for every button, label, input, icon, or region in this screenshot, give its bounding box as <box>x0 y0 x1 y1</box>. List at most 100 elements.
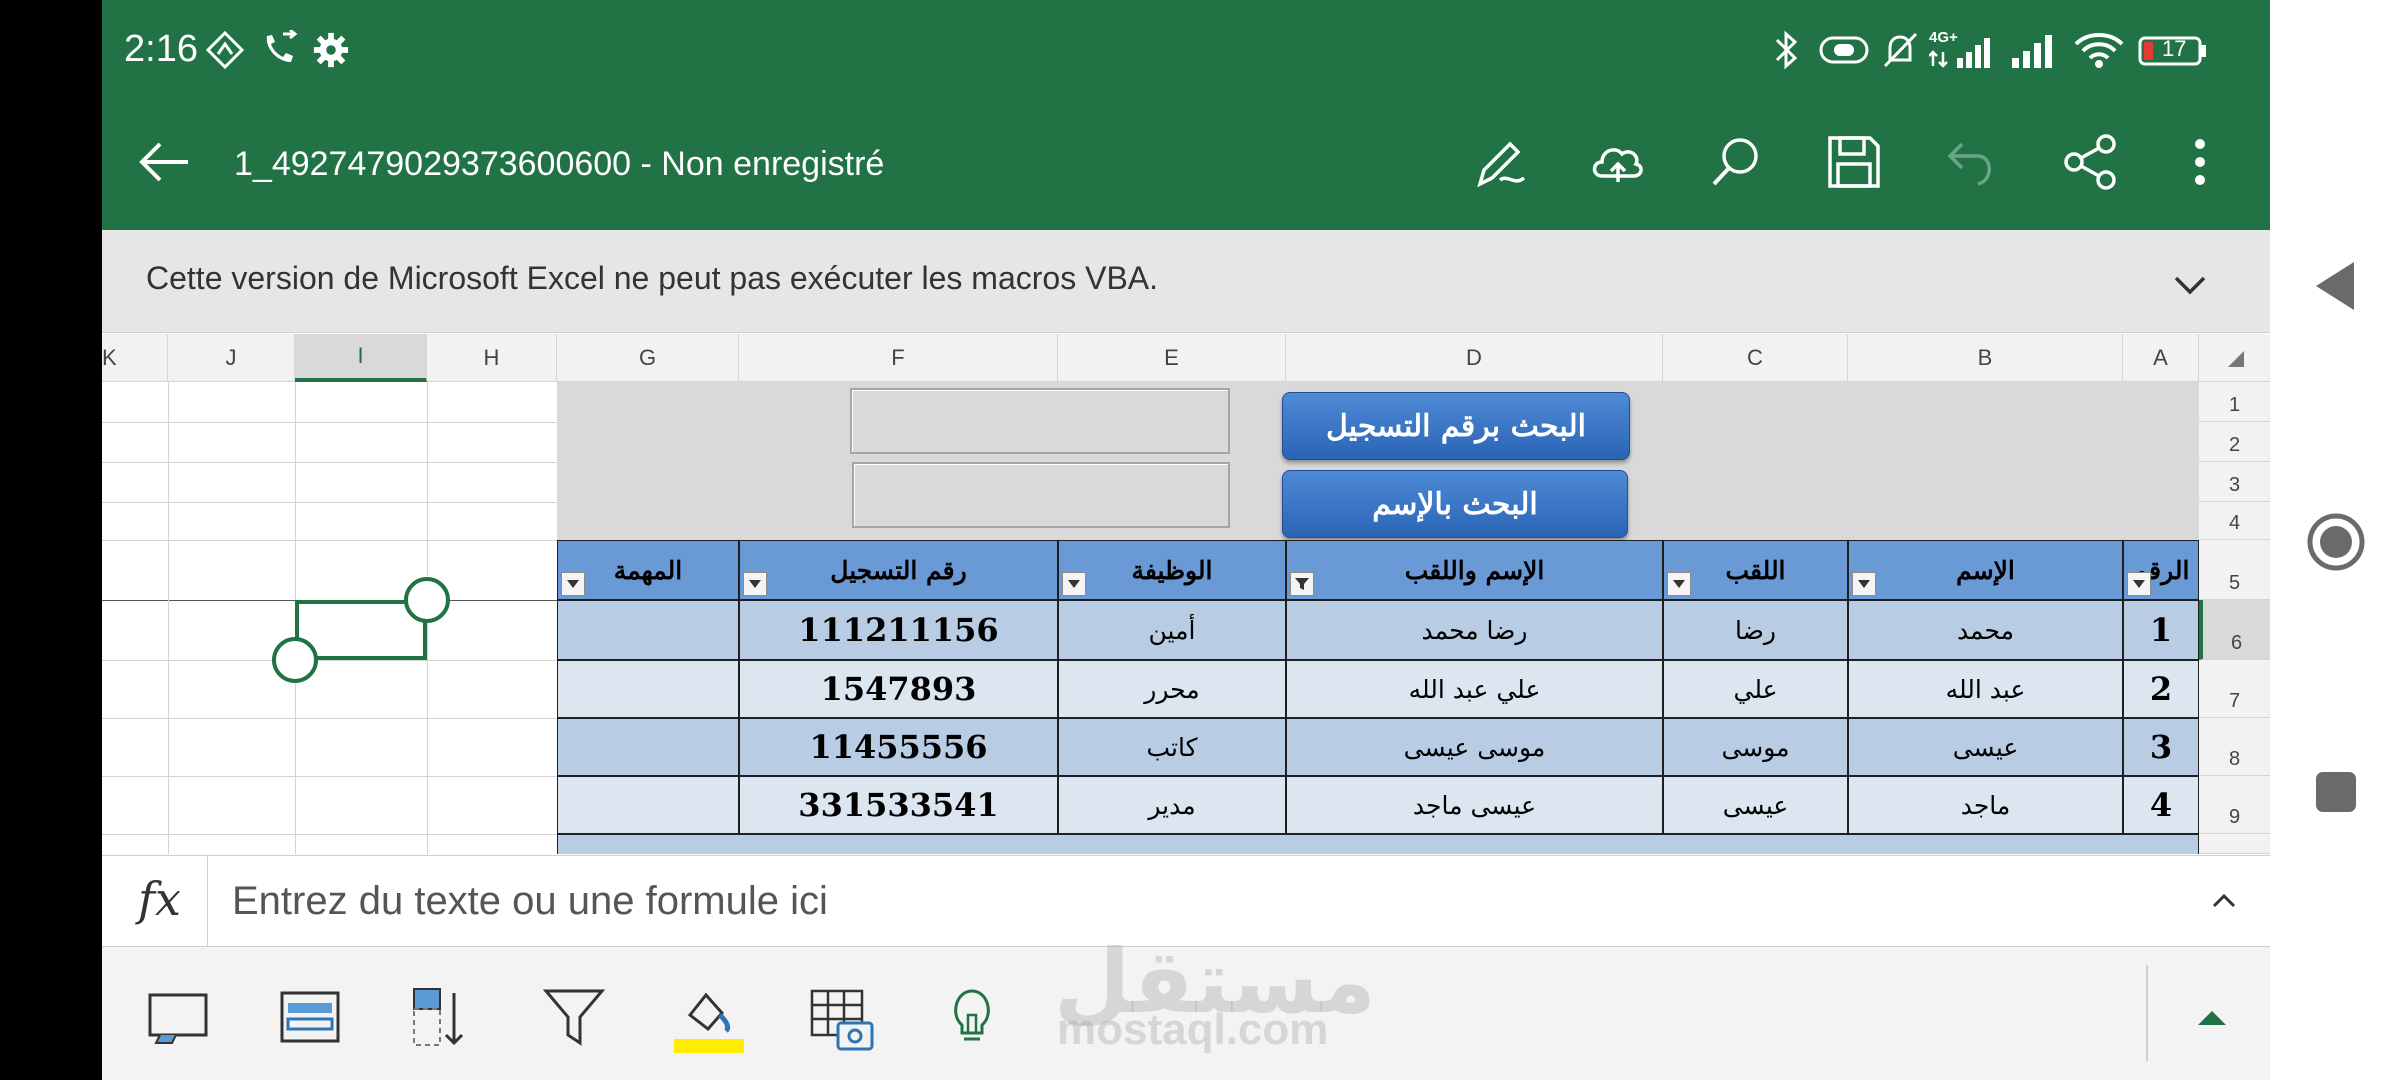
column-header[interactable]: G <box>557 334 739 382</box>
filter-dropdown-icon[interactable] <box>561 572 585 596</box>
settings-icon <box>308 22 354 78</box>
row-header[interactable]: 2 <box>2199 422 2270 462</box>
save-icon[interactable] <box>1822 130 1886 194</box>
battery-level: 17 <box>2162 36 2187 61</box>
home-circle-icon[interactable] <box>2306 512 2366 572</box>
wifi-icon <box>2070 22 2128 78</box>
expand-up-icon[interactable] <box>2180 985 2244 1049</box>
table-cell-id[interactable]: 2 <box>2123 660 2199 718</box>
table-cell[interactable] <box>557 600 739 660</box>
formula-input[interactable] <box>232 876 2132 926</box>
table-cell[interactable]: ماجد <box>1848 776 2123 834</box>
table-cell[interactable] <box>557 660 739 718</box>
column-header[interactable]: K <box>102 334 168 382</box>
row-header[interactable]: 4 <box>2199 502 2270 540</box>
table-cell[interactable] <box>557 776 739 834</box>
table-cell[interactable]: محرر <box>1058 660 1286 718</box>
battery-icon: 17 <box>2136 22 2210 78</box>
table-cell-id[interactable]: 3 <box>2123 718 2199 776</box>
row-header-selected[interactable]: 6 <box>2199 600 2270 660</box>
grid-line <box>102 422 557 423</box>
row-header[interactable]: 1 <box>2199 382 2270 422</box>
worksheet-grid[interactable]: 1 2 3 4 5 6 7 8 9 البحث برقم التسجيل الب… <box>102 382 2270 854</box>
wrap-text-icon[interactable] <box>278 985 342 1049</box>
row-header[interactable]: 5 <box>2199 540 2270 600</box>
table-cell[interactable]: محمد <box>1848 600 2123 660</box>
column-header[interactable]: J <box>168 334 295 382</box>
sort-icon[interactable] <box>408 985 472 1049</box>
macro-warning-bar: Cette version de Microsoft Excel ne peut… <box>102 230 2270 333</box>
table-cell[interactable]: موسى عيسى <box>1286 718 1663 776</box>
fx-label[interactable]: fx <box>138 872 181 926</box>
back-button[interactable] <box>132 130 196 194</box>
search-by-registration-button[interactable]: البحث برقم التسجيل <box>1282 392 1630 460</box>
row-header[interactable]: 8 <box>2199 718 2270 776</box>
cell-box-icon[interactable] <box>146 985 210 1049</box>
column-header[interactable]: E <box>1058 334 1286 382</box>
row-header[interactable]: 9 <box>2199 776 2270 834</box>
filter-dropdown-icon[interactable] <box>1062 572 1086 596</box>
column-header[interactable]: A <box>2123 334 2199 382</box>
name-search-input[interactable] <box>852 462 1230 528</box>
filter-dropdown-icon[interactable] <box>1667 572 1691 596</box>
search-icon[interactable] <box>1704 130 1768 194</box>
search-by-name-button[interactable]: البحث بالإسم <box>1282 470 1628 538</box>
column-header[interactable]: B <box>1848 334 2123 382</box>
chevron-up-icon[interactable] <box>2202 880 2246 924</box>
data-saver-icon <box>1816 22 1872 78</box>
row-header[interactable]: 3 <box>2199 462 2270 502</box>
fill-color-icon[interactable] <box>674 985 744 1053</box>
table-cell[interactable] <box>557 718 739 776</box>
table-cell[interactable]: رضا محمد <box>1286 600 1663 660</box>
table-cell[interactable]: علي عبد الله <box>1286 660 1663 718</box>
svg-text:4G+: 4G+ <box>1929 29 1958 46</box>
grid-line <box>102 540 557 541</box>
table-header-first-name: الإسم <box>1848 540 2123 600</box>
selection-handle[interactable] <box>272 637 318 683</box>
table-cell[interactable]: رضا <box>1663 600 1848 660</box>
table-cell[interactable]: أمين <box>1058 600 1286 660</box>
column-header[interactable]: H <box>427 334 557 382</box>
row-header[interactable]: 7 <box>2199 660 2270 718</box>
column-header[interactable]: C <box>1663 334 1848 382</box>
table-cell[interactable]: عبد الله <box>1848 660 2123 718</box>
pen-icon[interactable] <box>1468 130 1532 194</box>
column-header[interactable]: F <box>739 334 1058 382</box>
table-camera-icon[interactable] <box>808 985 874 1051</box>
table-cell-id[interactable]: 4 <box>2123 776 2199 834</box>
select-all-corner[interactable] <box>2199 334 2270 382</box>
back-triangle-icon[interactable] <box>2310 258 2360 314</box>
registration-number-input[interactable] <box>850 388 1230 454</box>
table-cell[interactable]: علي <box>1663 660 1848 718</box>
table-row-partial[interactable] <box>557 834 2199 854</box>
cloud-upload-icon[interactable] <box>1586 130 1650 194</box>
nav-diamond-icon <box>202 22 248 78</box>
chevron-down-icon[interactable] <box>2168 262 2212 306</box>
table-cell-registration[interactable]: 11455556 <box>739 718 1058 776</box>
table-cell[interactable]: كاتب <box>1058 718 1286 776</box>
table-cell-registration[interactable]: 1547893 <box>739 660 1058 718</box>
row-header[interactable] <box>2199 834 2270 854</box>
filter-dropdown-icon[interactable] <box>1852 572 1876 596</box>
lightbulb-icon[interactable] <box>940 985 1004 1049</box>
filter-icon[interactable] <box>542 985 606 1049</box>
selection-handle[interactable] <box>404 577 450 623</box>
table-cell-registration[interactable]: 331533541 <box>739 776 1058 834</box>
filter-dropdown-icon[interactable] <box>743 572 767 596</box>
table-cell[interactable]: عيسى <box>1848 718 2123 776</box>
table-cell[interactable]: موسى <box>1663 718 1848 776</box>
column-header[interactable]: D <box>1286 334 1663 382</box>
table-header-full-name: الإسم واللقب <box>1286 540 1663 600</box>
table-cell-registration[interactable]: 111211156 <box>739 600 1058 660</box>
undo-icon[interactable] <box>1940 130 2004 194</box>
table-cell[interactable]: مدير <box>1058 776 1286 834</box>
more-vert-icon[interactable] <box>2168 130 2232 194</box>
table-cell-id[interactable]: 1 <box>2123 600 2199 660</box>
table-cell[interactable]: عيسى ماجد <box>1286 776 1663 834</box>
filter-active-icon[interactable] <box>1290 572 1314 596</box>
recents-square-icon[interactable] <box>2314 770 2358 814</box>
filter-dropdown-icon[interactable] <box>2127 572 2151 596</box>
column-header-selected[interactable]: I <box>295 334 427 382</box>
share-icon[interactable] <box>2058 130 2122 194</box>
table-cell[interactable]: عيسى <box>1663 776 1848 834</box>
